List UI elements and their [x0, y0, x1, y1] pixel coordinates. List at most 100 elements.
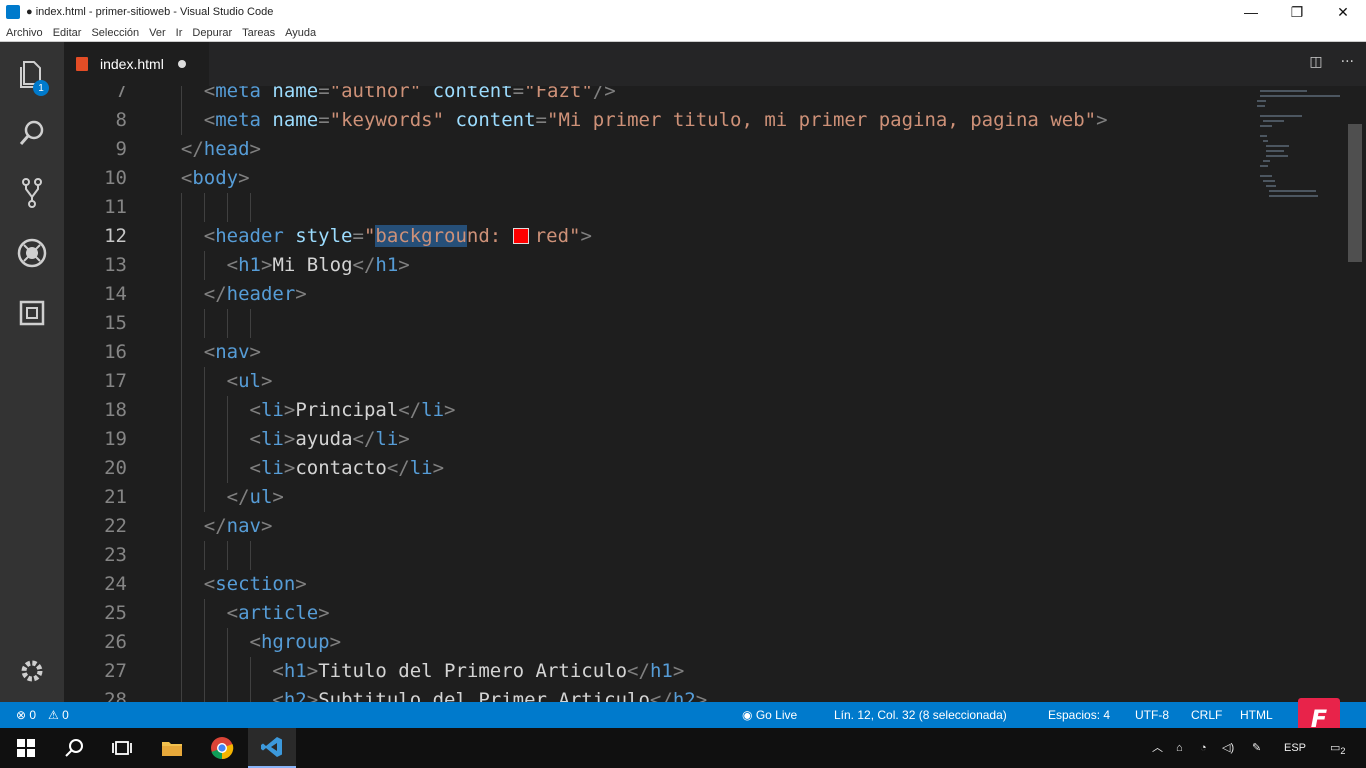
code-token: li [421, 399, 445, 421]
cursor-position[interactable]: Lín. 12, Col. 32 (8 seleccionada) [834, 702, 1007, 728]
tray-chevron-icon[interactable]: ︿ [1152, 728, 1163, 768]
line-number: 26 [104, 631, 127, 653]
code-line[interactable]: 25 <article> [64, 599, 1264, 628]
notification-center-icon[interactable]: ▭2 [1330, 728, 1346, 768]
color-swatch-icon[interactable] [512, 228, 529, 244]
code-line[interactable]: 27 <h1>Titulo del Primero Articulo</h1> [64, 657, 1264, 686]
code-line[interactable]: 10 <body> [64, 164, 1264, 193]
selected-text: backgrou [375, 225, 467, 247]
menu-depurar[interactable]: Depurar [192, 27, 232, 39]
vertical-scrollbar[interactable] [1348, 124, 1362, 262]
code-token: li [260, 428, 284, 450]
gear-icon[interactable] [0, 646, 64, 696]
code-line[interactable]: 24 <section> [64, 570, 1264, 599]
language-mode[interactable]: HTML [1240, 702, 1273, 728]
task-view-icon[interactable] [98, 728, 146, 768]
code-token: meta [215, 109, 261, 131]
menu-ir[interactable]: Ir [176, 27, 183, 39]
tab-index-html[interactable]: index.html [64, 42, 209, 86]
minimap-line [1260, 125, 1272, 127]
vscode-icon[interactable] [248, 728, 296, 768]
code-text: </head> [158, 135, 261, 164]
errors-count[interactable]: ⊗ 0 [16, 702, 36, 728]
vscode-window: ● index.html - primer-sitioweb - Visual … [0, 0, 1366, 768]
code-token: content [421, 86, 513, 102]
code-token: > [444, 399, 456, 421]
minimap-line [1257, 105, 1265, 107]
search-icon[interactable] [50, 728, 98, 768]
code-token: = [535, 109, 547, 131]
minimize-button[interactable]: — [1228, 0, 1274, 24]
minimap[interactable] [1254, 86, 1344, 236]
tray-volume-icon[interactable]: ◁) [1222, 728, 1234, 768]
chrome-icon[interactable] [198, 728, 246, 768]
code-line[interactable]: 13 <h1>Mi Blog</h1> [64, 251, 1264, 280]
code-line[interactable]: 26 <hgroup> [64, 628, 1264, 657]
menu-tareas[interactable]: Tareas [242, 27, 275, 39]
code-line[interactable]: 21 </ul> [64, 483, 1264, 512]
code-line[interactable]: 8 <meta name="keywords" content="Mi prim… [64, 106, 1264, 135]
extensions-icon[interactable] [0, 288, 64, 338]
split-editor-icon[interactable]: ◫ [1309, 54, 1322, 70]
code-line[interactable]: 17 <ul> [64, 367, 1264, 396]
code-line[interactable]: 9 </head> [64, 135, 1264, 164]
code-token: > [260, 254, 273, 276]
code-token: < [249, 631, 261, 653]
menu-archivo[interactable]: Archivo [6, 27, 43, 39]
menu-editar[interactable]: Editar [53, 27, 82, 39]
tray-network-icon[interactable]: ⌂ [1176, 728, 1183, 768]
menu-ayuda[interactable]: Ayuda [285, 27, 316, 39]
code-line[interactable]: 11 [64, 193, 1264, 222]
code-token: < [249, 428, 261, 450]
broadcast-icon: ◉ [742, 708, 756, 722]
go-live-button[interactable]: ◉ Go Live [742, 702, 797, 728]
code-token: "author" [329, 86, 422, 102]
debug-icon[interactable] [0, 228, 64, 278]
code-line[interactable]: 22 </nav> [64, 512, 1264, 541]
code-token: < [203, 109, 216, 131]
code-text: <ul> [158, 367, 273, 396]
windows-start-icon[interactable] [2, 728, 50, 768]
code-line[interactable]: 20 <li>contacto</li> [64, 454, 1264, 483]
tray-wifi-icon[interactable]: ◔ [1200, 728, 1207, 768]
menu-ver[interactable]: Ver [149, 27, 166, 39]
close-button[interactable]: ✕ [1320, 0, 1366, 24]
files-icon[interactable]: 1 [0, 50, 64, 100]
code-line[interactable]: 7 <meta name="author" content="Fazt"/> [64, 86, 1264, 106]
code-text: <li>ayuda</li> [158, 425, 410, 454]
code-line[interactable]: 23 [64, 541, 1264, 570]
line-number: 19 [104, 428, 127, 450]
encoding[interactable]: UTF-8 [1135, 702, 1169, 728]
code-line[interactable]: 14 </header> [64, 280, 1264, 309]
tray-language[interactable]: ESP [1284, 728, 1306, 768]
code-token: /> [592, 86, 616, 102]
more-actions-icon[interactable]: ··· [1341, 54, 1354, 70]
source-control-icon[interactable] [0, 168, 64, 218]
indentation[interactable]: Espacios: 4 [1048, 702, 1110, 728]
warnings-count[interactable]: ⚠ 0 [48, 702, 69, 728]
line-endings[interactable]: CRLF [1191, 702, 1222, 728]
code-token: Principal [295, 399, 399, 421]
code-line[interactable]: 16 <nav> [64, 338, 1264, 367]
code-editor[interactable]: 7 <meta name="author" content="Fazt"/> 8 … [64, 86, 1366, 702]
code-token: content [444, 109, 536, 131]
tray-pen-icon[interactable]: ✎ [1252, 728, 1261, 768]
code-line[interactable]: 18 <li>Principal</li> [64, 396, 1264, 425]
code-token: style [283, 225, 353, 247]
search-icon[interactable] [0, 108, 64, 158]
code-token: h1 [283, 660, 307, 682]
minimap-line [1260, 95, 1340, 97]
unsaved-dot-icon[interactable] [177, 60, 186, 68]
line-number: 7 [115, 86, 127, 102]
code-token: h2 [672, 689, 696, 702]
code-token: < [272, 689, 284, 702]
menu-seleccion[interactable]: Selección [91, 27, 139, 39]
file-explorer-icon[interactable] [148, 728, 196, 768]
code-line[interactable]: 28 <h2>Subtitulo del Primer Articulo</h2… [64, 686, 1264, 702]
code-line[interactable]: 19 <li>ayuda</li> [64, 425, 1264, 454]
code-token: > [283, 399, 296, 421]
code-token: > [580, 225, 592, 247]
code-line[interactable]: 12 <header style="background: red"> [64, 222, 1264, 251]
code-line[interactable]: 15 [64, 309, 1264, 338]
restore-button[interactable]: ❐ [1274, 0, 1320, 24]
